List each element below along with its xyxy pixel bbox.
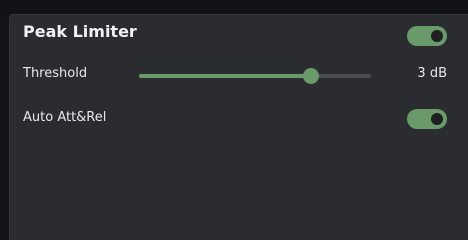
- peak-limiter-toggle[interactable]: [407, 26, 447, 46]
- window-top-strip: [0, 0, 468, 14]
- auto-att-rel-label: Auto Att&Rel: [23, 110, 107, 125]
- threshold-label: Threshold: [23, 66, 88, 81]
- slider-fill: [139, 74, 311, 78]
- toggle-knob: [431, 30, 443, 42]
- threshold-value: 3 dB: [417, 66, 447, 81]
- auto-att-rel-toggle[interactable]: [407, 109, 447, 129]
- threshold-slider[interactable]: [139, 68, 371, 84]
- slider-thumb[interactable]: [302, 68, 319, 84]
- toggle-knob: [431, 113, 443, 125]
- panel-title: Peak Limiter: [23, 22, 137, 41]
- peak-limiter-panel: [9, 14, 468, 240]
